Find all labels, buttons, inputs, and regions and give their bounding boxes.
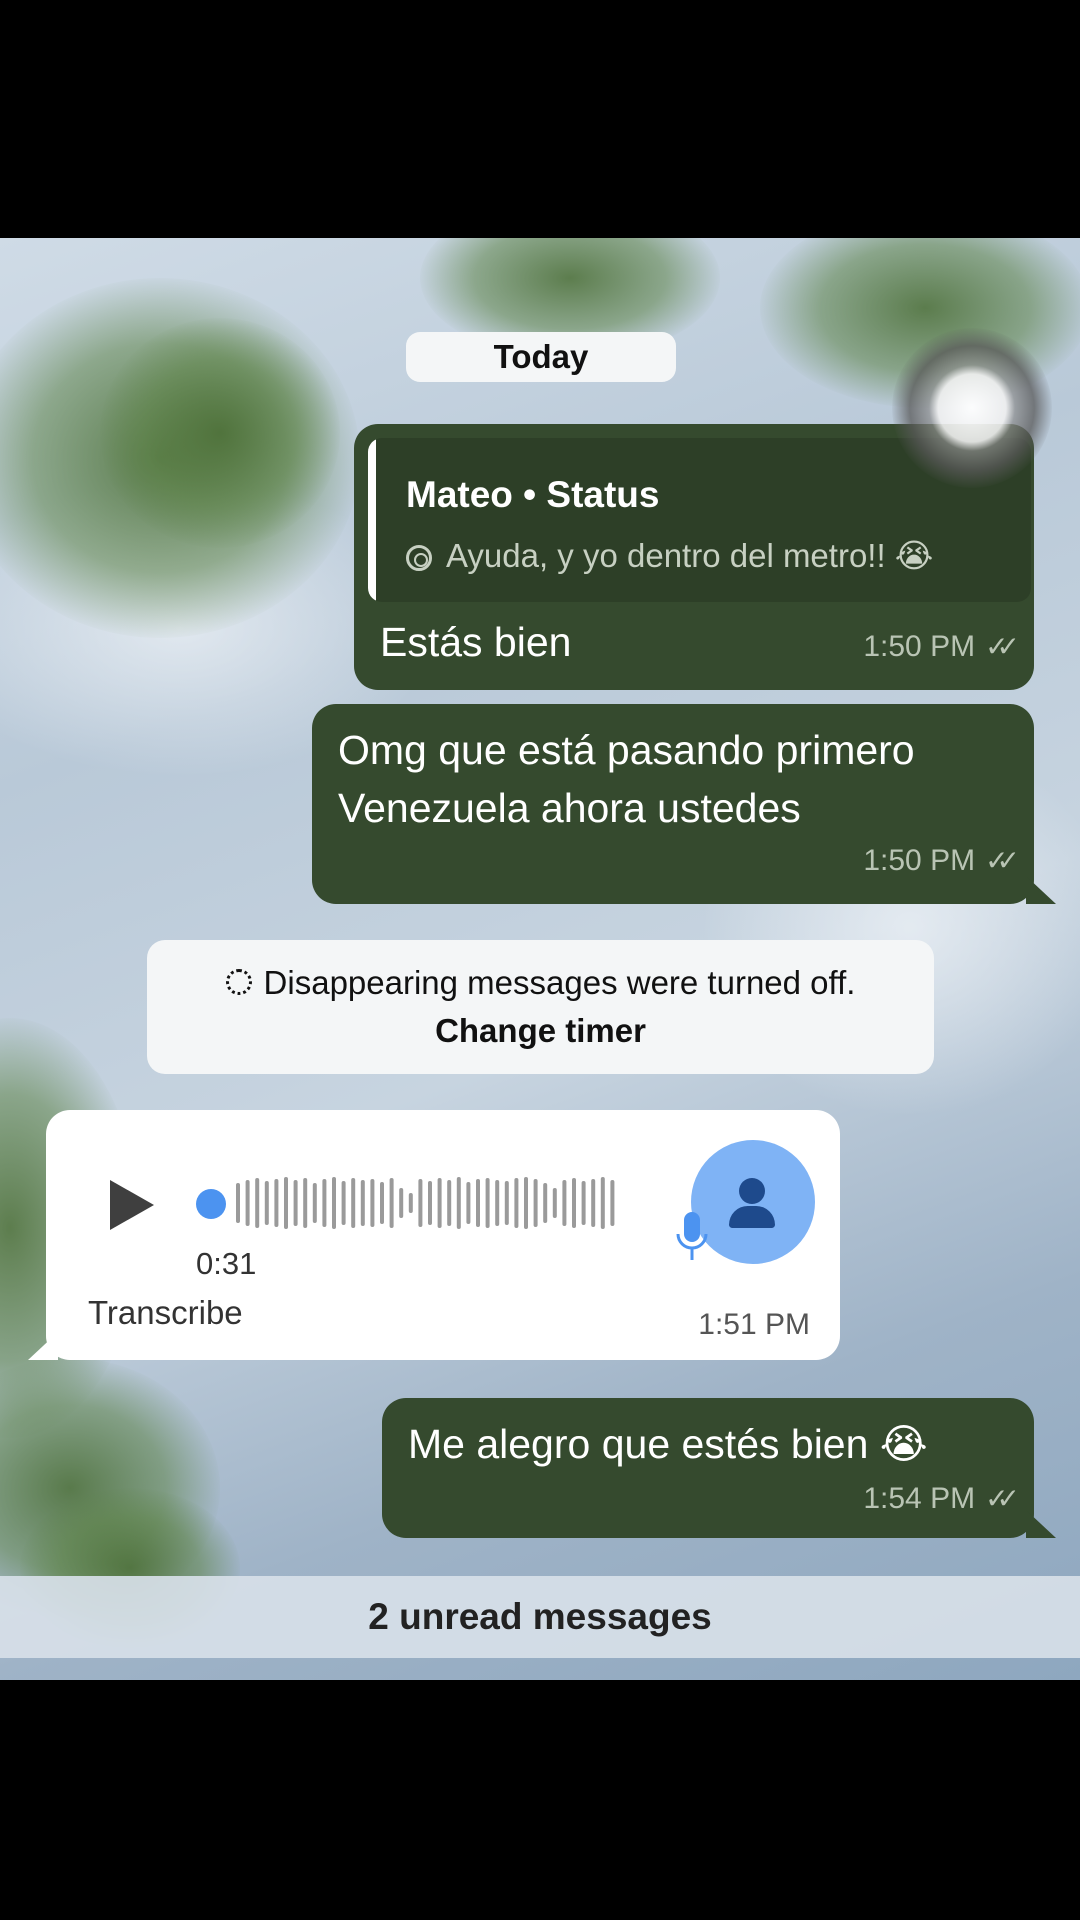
waveform-bar <box>447 1180 452 1226</box>
waveform-bar <box>495 1180 500 1226</box>
waveform-bar <box>322 1179 327 1227</box>
waveform-bar <box>284 1177 288 1229</box>
waveform-bar <box>370 1179 375 1227</box>
floating-touch-button[interactable] <box>892 328 1052 488</box>
waveform-bar <box>524 1177 528 1229</box>
waveform-bar <box>610 1180 615 1226</box>
waveform-bar <box>293 1180 298 1226</box>
message-bubble-outgoing[interactable]: Omg que está pasando primero Venezuela a… <box>312 704 1034 904</box>
waveform-bar <box>236 1183 240 1223</box>
playback-scrubber[interactable] <box>196 1189 226 1219</box>
waveform-bar <box>332 1177 336 1229</box>
waveform-bar <box>514 1178 519 1228</box>
background-foliage <box>100 318 340 548</box>
waveform-bar <box>562 1180 567 1226</box>
waveform-bar <box>360 1180 365 1226</box>
microphone-icon <box>676 1212 708 1260</box>
waveform-bar <box>476 1179 480 1227</box>
waveform-bar <box>303 1178 308 1228</box>
waveform-bar <box>466 1182 471 1224</box>
waveform-bar <box>428 1181 432 1225</box>
message-bubble-outgoing[interactable]: Me alegro que estés bien 😭 1:54 PM ✓✓ <box>382 1398 1034 1538</box>
message-time: 1:54 PM <box>863 1482 976 1515</box>
waveform-bar <box>485 1178 490 1228</box>
waveform-bar <box>274 1179 279 1227</box>
message-meta: 1:50 PM ✓✓ <box>863 844 1020 878</box>
waveform-bar <box>312 1183 317 1223</box>
change-timer-link[interactable]: Change timer <box>147 1012 934 1050</box>
voice-message-bubble[interactable]: 0:31 Transcribe 1:51 PM <box>46 1110 840 1360</box>
avatar-head <box>739 1178 765 1204</box>
double-check-icon: ✓✓ <box>985 845 1020 876</box>
waveform-bar <box>572 1178 576 1228</box>
play-icon[interactable] <box>110 1180 154 1230</box>
waveform-bar <box>341 1181 346 1225</box>
message-meta: 1:54 PM ✓✓ <box>863 1482 1020 1516</box>
waveform-bar <box>408 1193 413 1213</box>
message-time: 1:50 PM <box>863 844 976 877</box>
message-time: 1:51 PM <box>698 1308 810 1341</box>
waveform-bar <box>543 1183 548 1223</box>
system-notice: Disappearing messages were turned off. C… <box>147 940 934 1074</box>
message-meta: 1:50 PM ✓✓ <box>863 630 1020 664</box>
waveform-bar <box>399 1188 404 1218</box>
waveform-bar <box>264 1181 269 1225</box>
waveform-bar <box>591 1179 596 1227</box>
message-text: Estás bien <box>380 619 572 665</box>
waveform-bar <box>245 1180 250 1226</box>
waveform-bar <box>552 1188 557 1218</box>
voice-waveform[interactable] <box>196 1176 626 1230</box>
waveform-bar <box>533 1179 538 1227</box>
double-check-icon: ✓✓ <box>985 1483 1020 1514</box>
timer-icon <box>225 969 252 996</box>
message-time: 1:50 PM <box>863 630 976 663</box>
unread-messages-banner[interactable]: 2 unread messages <box>0 1576 1080 1658</box>
date-divider: Today <box>406 332 676 382</box>
reply-accent-bar <box>368 438 376 602</box>
double-check-icon: ✓✓ <box>985 631 1020 662</box>
system-notice-label: Disappearing messages were turned off. <box>263 964 856 1001</box>
transcribe-button[interactable]: Transcribe <box>88 1294 243 1332</box>
reply-status-text: Ayuda, y yo dentro del metro!! 😭 <box>406 536 933 575</box>
message-text-line: Venezuela ahora ustedes <box>338 785 801 831</box>
waveform-bar <box>504 1181 509 1225</box>
waveform-bar <box>418 1179 423 1227</box>
message-text-line: Omg que está pasando primero <box>338 727 915 773</box>
waveform-bar <box>380 1182 384 1224</box>
waveform-bar <box>389 1178 394 1228</box>
avatar-body <box>729 1206 775 1228</box>
reply-author: Mateo • Status <box>406 474 660 515</box>
chat-screen: Today Mateo • Status Ayuda, y yo dentro … <box>0 238 1080 1680</box>
waveform-bar <box>255 1178 260 1228</box>
waveform-bar <box>600 1177 605 1229</box>
waveform-bar <box>351 1178 356 1228</box>
waveform-bar <box>437 1178 442 1228</box>
reply-status-caption: Ayuda, y yo dentro del metro!! 😭 <box>446 537 934 574</box>
system-notice-text: Disappearing messages were turned off. <box>147 964 934 1002</box>
message-text: Me alegro que estés bien 😭 <box>408 1421 928 1467</box>
voice-duration: 0:31 <box>196 1246 257 1281</box>
waveform-bar <box>581 1181 586 1225</box>
status-ring-icon <box>406 545 432 572</box>
waveform-bar <box>456 1177 461 1229</box>
